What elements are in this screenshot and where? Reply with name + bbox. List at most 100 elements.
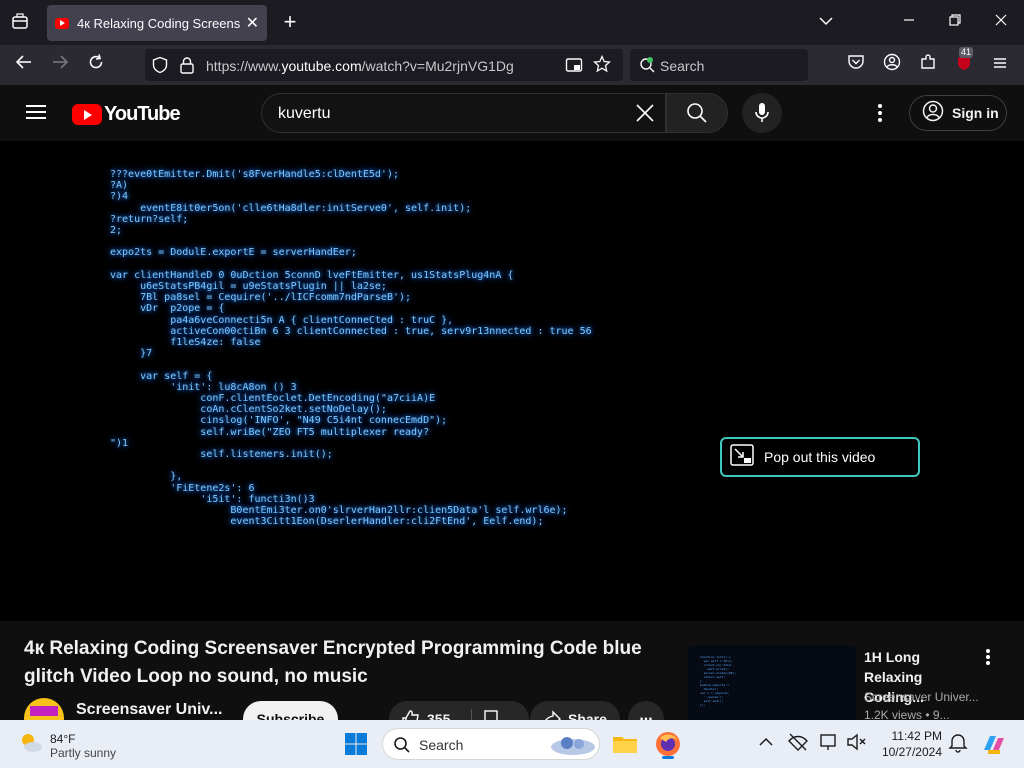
- recommended-channel[interactable]: Screensaver Univer...: [864, 690, 979, 704]
- thumbs-down-icon[interactable]: [483, 709, 503, 720]
- youtube-favicon-icon: [55, 17, 69, 29]
- code-line: f1leS4ze: false: [110, 337, 261, 349]
- code-line: u6eStatsPB4gil = u9eStatsPlugin || la2se…: [110, 281, 387, 293]
- url-prefix: https://www.: [206, 58, 282, 74]
- notifications-bell-icon[interactable]: [946, 730, 974, 758]
- firefox-icon[interactable]: [654, 730, 682, 759]
- settings-kebab-icon[interactable]: [870, 101, 890, 125]
- code-line: var clientHandleD 0 0uDction 5connD lveF…: [110, 269, 514, 281]
- address-bar[interactable]: https://www.youtube.com/watch?v=Mu2rjnVG…: [145, 49, 623, 81]
- youtube-search-button[interactable]: [666, 93, 728, 133]
- code-line: conF.clientEoclet.DetEncoding("a7ciiA)E: [110, 393, 436, 405]
- search-query: kuvertu: [278, 105, 331, 122]
- windows-taskbar: 84°F Partly sunny Search 11:42 PM 10/27/…: [0, 720, 1024, 768]
- tab-close-icon[interactable]: ✕: [246, 13, 259, 33]
- code-line: coAn.cClentSo2ket.setNoDelay();: [110, 404, 387, 416]
- like-count: 355: [427, 711, 451, 720]
- minimize-icon[interactable]: [897, 10, 921, 34]
- code-line: 7Bl pa8sel = Cequire('../lICFcomm7ndPars…: [110, 292, 412, 304]
- taskbar-search-icon: [393, 736, 411, 759]
- code-line: 2;: [110, 225, 123, 237]
- copilot-icon[interactable]: [980, 730, 1008, 758]
- thumbs-up-icon: [401, 709, 421, 720]
- show-hidden-icons-chevron-icon[interactable]: [754, 730, 782, 758]
- sign-in-button[interactable]: Sign in: [909, 95, 1007, 131]
- tracking-shield-icon[interactable]: [151, 56, 169, 79]
- taskbar-search[interactable]: Search: [382, 728, 600, 760]
- sign-in-label: Sign in: [952, 105, 999, 121]
- account-icon[interactable]: [880, 53, 904, 77]
- url-text[interactable]: https://www.youtube.com/watch?v=Mu2rjnVG…: [206, 58, 514, 74]
- restore-icon[interactable]: [943, 10, 967, 34]
- extensions-icon[interactable]: [916, 53, 940, 77]
- app-menu-icon[interactable]: [988, 53, 1012, 77]
- code-line: self.wriBe("ZEO FT5 multiplexer ready?: [110, 426, 430, 438]
- code-line: ???eve0tEmitter.Dmit('s8FverHandle5:clDe…: [110, 169, 399, 180]
- like-button[interactable]: 355: [389, 701, 529, 720]
- thumbnail-code-lines: function init() { var self = this; clien…: [700, 655, 737, 707]
- back-icon[interactable]: [12, 53, 36, 77]
- search-engine-icon: [638, 56, 656, 79]
- watch-metadata: 4к Relaxing Coding Screensaver Encrypted…: [0, 621, 1024, 720]
- code-line: B0entEmi3ter.on0'slrverHan2llr:clien5Dat…: [110, 505, 568, 517]
- youtube-play-icon: [72, 104, 102, 125]
- clear-search-icon[interactable]: [633, 101, 657, 125]
- recommended-menu-icon[interactable]: [980, 647, 996, 667]
- screen: 4к Relaxing Coding Screensaver ✕ +: [0, 0, 1024, 768]
- like-divider: [471, 709, 472, 720]
- url-host: youtube.com: [281, 58, 362, 74]
- code-line: ?)4: [110, 191, 129, 203]
- code-line: },: [110, 471, 183, 483]
- tab-overflow-chevron-icon[interactable]: [814, 10, 838, 34]
- account-circle-icon: [922, 100, 944, 127]
- windows-start-icon[interactable]: [344, 732, 368, 756]
- picture-in-picture-icon[interactable]: [565, 56, 583, 79]
- url-path: /watch?v=Mu2rjnVG1Dg: [361, 58, 514, 74]
- browser-tab-bar: 4к Relaxing Coding Screensaver ✕ +: [0, 0, 1024, 45]
- recommended-thumbnail[interactable]: function init() { var self = this; clien…: [688, 645, 856, 720]
- share-label: Share: [568, 711, 607, 720]
- file-explorer-icon[interactable]: [611, 730, 639, 758]
- ublock-extension-icon[interactable]: 41: [952, 47, 976, 77]
- pop-out-video-button[interactable]: Pop out this video: [720, 437, 920, 477]
- browser-search-bar[interactable]: Search: [630, 49, 808, 81]
- close-window-icon[interactable]: [989, 10, 1013, 34]
- weather-temp: 84°F: [50, 731, 76, 746]
- voice-search-button[interactable]: [742, 93, 782, 133]
- weather-widget[interactable]: 84°F Partly sunny: [18, 730, 116, 761]
- microphone-icon: [753, 102, 771, 129]
- pocket-icon[interactable]: [844, 53, 868, 77]
- bookmark-star-icon[interactable]: [592, 54, 612, 78]
- lock-icon[interactable]: [179, 56, 195, 79]
- volume-muted-icon[interactable]: [844, 730, 872, 758]
- tab-list-icon[interactable]: [10, 12, 30, 32]
- code-line: ")1: [110, 437, 129, 449]
- subscribe-button[interactable]: Subscribe: [243, 701, 338, 720]
- channel-avatar[interactable]: [24, 698, 64, 720]
- share-button[interactable]: Share: [530, 701, 620, 720]
- guide-menu-icon[interactable]: [26, 105, 46, 119]
- channel-name[interactable]: Screensaver Univ...: [76, 701, 222, 719]
- browser-search-placeholder: Search: [660, 58, 705, 74]
- search-highlight-icon: [549, 733, 597, 762]
- code-line: pa4a6veConnecti5n A { clientConneCted : …: [110, 314, 454, 326]
- browser-tab-active[interactable]: 4к Relaxing Coding Screensaver ✕: [47, 5, 267, 41]
- forward-icon[interactable]: [48, 53, 72, 77]
- youtube-search-input[interactable]: kuvertu: [261, 93, 666, 133]
- display-icon[interactable]: [818, 730, 846, 758]
- reload-icon[interactable]: [84, 53, 108, 77]
- network-offline-icon[interactable]: [786, 730, 814, 758]
- youtube-logo[interactable]: YouTube: [72, 103, 181, 126]
- pop-out-label: Pop out this video: [764, 449, 876, 465]
- code-line: 'i5it': functi3n()3: [110, 493, 315, 505]
- more-actions-button[interactable]: ...: [628, 701, 664, 720]
- extension-badge: 41: [959, 47, 974, 58]
- system-clock[interactable]: 11:42 PM 10/27/2024: [872, 728, 942, 760]
- new-tab-icon[interactable]: +: [280, 10, 300, 34]
- youtube-header: YouTube kuvertu Sign in: [0, 85, 1024, 141]
- video-player[interactable]: ???eve0tEmitter.Dmit('s8FverHandle5:clDe…: [0, 141, 1024, 621]
